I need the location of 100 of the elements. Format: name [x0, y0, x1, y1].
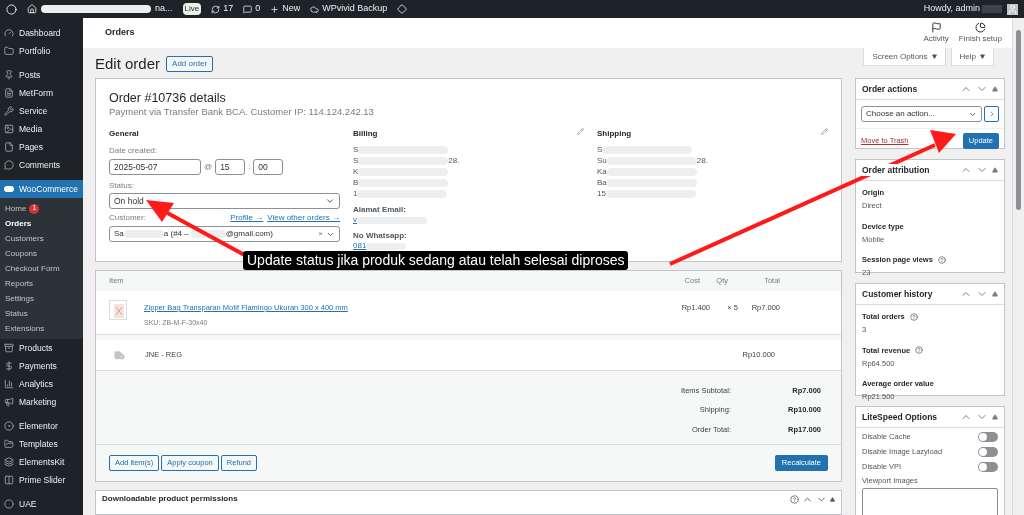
collapse-icon[interactable] — [830, 497, 835, 502]
sidebar-item[interactable]: Templates — [0, 435, 83, 453]
screen-tab[interactable]: Help — [950, 48, 994, 66]
sidebar-item[interactable]: UAE — [0, 495, 83, 513]
site-name[interactable]: na... — [155, 2, 173, 16]
comments-count[interactable]: 0 — [255, 2, 261, 16]
edit-icon[interactable] — [821, 128, 828, 135]
apply-action-button[interactable] — [984, 106, 999, 122]
screen-tab[interactable]: Screen Options — [863, 48, 946, 66]
page-title: Edit order — [95, 55, 161, 73]
panel-title: Order attribution — [862, 163, 930, 177]
action-select[interactable]: Choose an action... — [861, 106, 982, 122]
help-icon[interactable] — [790, 495, 799, 504]
address-line: 15 — [597, 188, 606, 200]
profile-link[interactable]: Profile → — [230, 212, 264, 224]
submenu-item[interactable]: Customers — [0, 231, 83, 246]
field-label: No Whatsapp: — [353, 231, 408, 241]
email-link[interactable]: v — [353, 215, 357, 225]
submenu-item[interactable]: Extensions — [0, 321, 83, 336]
sidebar-item[interactable]: Prime Slider — [0, 471, 83, 489]
sidebar-item[interactable]: Posts — [0, 66, 83, 84]
help-icon[interactable] — [937, 255, 946, 264]
address-line: Su — [597, 155, 607, 167]
progress-icon[interactable] — [974, 21, 986, 33]
comment-icon[interactable] — [243, 4, 253, 14]
menu-icon — [4, 379, 14, 389]
sidebar-item[interactable]: WooCommerce — [0, 180, 83, 198]
cloud-icon[interactable] — [310, 4, 320, 14]
panel-title: LiteSpeed Options — [862, 410, 938, 424]
sidebar-item[interactable]: Elementor — [0, 417, 83, 435]
collapse-icon[interactable] — [992, 86, 998, 92]
add-order-button[interactable]: Add order — [166, 56, 214, 72]
submenu-item[interactable]: Status — [0, 306, 83, 321]
time-separator: : — [248, 161, 251, 173]
avatar-icon[interactable] — [1007, 3, 1018, 15]
submenu-item[interactable]: Coupons — [0, 246, 83, 261]
redacted-block — [366, 242, 407, 250]
backup-link[interactable]: WPvivid Backup — [322, 2, 388, 16]
sidebar-item[interactable]: Media — [0, 120, 83, 138]
menu-icon — [4, 160, 14, 170]
toggle-switch[interactable] — [978, 461, 998, 472]
menu-icon — [4, 421, 14, 431]
minute-field[interactable]: 00 — [253, 159, 284, 175]
customer-select[interactable]: Sa a (#4 – @gmail.com) × — [109, 226, 340, 242]
address-line: S — [597, 144, 603, 156]
edit-icon[interactable] — [577, 128, 584, 135]
status-select[interactable]: On hold — [109, 193, 340, 209]
new-link[interactable]: New — [282, 2, 301, 16]
home-icon[interactable] — [27, 4, 37, 14]
submenu-item[interactable]: Orders — [0, 216, 83, 231]
live-badge: Live — [182, 3, 202, 15]
refresh-icon[interactable] — [211, 4, 221, 14]
header-action[interactable]: Activity — [923, 32, 949, 45]
address-line: S — [353, 144, 359, 156]
plus-icon[interactable] — [270, 4, 280, 14]
whatsapp-link[interactable]: 081 — [353, 241, 367, 251]
menu-icon — [4, 439, 14, 449]
collapse-icon[interactable] — [992, 414, 998, 420]
sidebar-item[interactable]: Payments — [0, 357, 83, 375]
clear-icon[interactable]: × — [318, 228, 323, 240]
sidebar-item[interactable]: MetForm — [0, 84, 83, 102]
date-field[interactable]: 2025-05-07 — [109, 159, 201, 175]
sidebar-item[interactable]: Service — [0, 102, 83, 120]
panel-title: Customer history — [862, 287, 933, 301]
scrollbar[interactable] — [1012, 18, 1024, 515]
submenu-item[interactable]: Checkout Form — [0, 261, 83, 276]
sidebar-item[interactable]: Marketing — [0, 393, 83, 411]
address-line: 1 — [353, 188, 358, 200]
at-sign: @ — [204, 161, 213, 173]
menu-icon — [4, 457, 14, 467]
sidebar-item[interactable]: Dashboard — [0, 24, 83, 42]
menu-icon — [4, 499, 14, 509]
sidebar-item[interactable]: Products — [0, 339, 83, 357]
help-icon[interactable] — [909, 312, 918, 321]
sidebar-item[interactable]: Portfolio — [0, 42, 83, 60]
updates-count[interactable]: 17 — [223, 2, 234, 16]
menu-icon — [4, 343, 14, 353]
sidebar-item[interactable]: Analytics — [0, 375, 83, 393]
diamond-icon[interactable] — [397, 4, 408, 14]
view-orders-link[interactable]: View other orders → — [267, 212, 340, 224]
sidebar-item[interactable]: Comments — [0, 156, 83, 174]
flag-icon[interactable] — [930, 21, 942, 33]
field-label: Date created: — [109, 145, 159, 157]
header-action[interactable]: Finish setup — [958, 32, 1002, 45]
toggle-switch[interactable] — [978, 431, 998, 442]
collapse-icon[interactable] — [992, 291, 998, 297]
menu-icon — [4, 397, 14, 407]
hour-field[interactable]: 15 — [215, 159, 246, 175]
address-line: S — [353, 155, 359, 167]
field-label: Alamat Email: — [353, 205, 407, 215]
submenu-item[interactable]: Settings — [0, 291, 83, 306]
help-icon[interactable] — [915, 346, 924, 355]
greeting[interactable]: Howdy, admin — [923, 2, 980, 16]
sidebar-item[interactable]: ElementsKit — [0, 453, 83, 471]
truck-icon — [114, 349, 125, 361]
sidebar-item[interactable]: Pages — [0, 138, 83, 156]
submenu-item[interactable]: Reports — [0, 276, 83, 291]
collapse-icon[interactable] — [992, 167, 998, 173]
toggle-switch[interactable] — [978, 446, 998, 457]
address-line: 28. — [696, 155, 708, 167]
